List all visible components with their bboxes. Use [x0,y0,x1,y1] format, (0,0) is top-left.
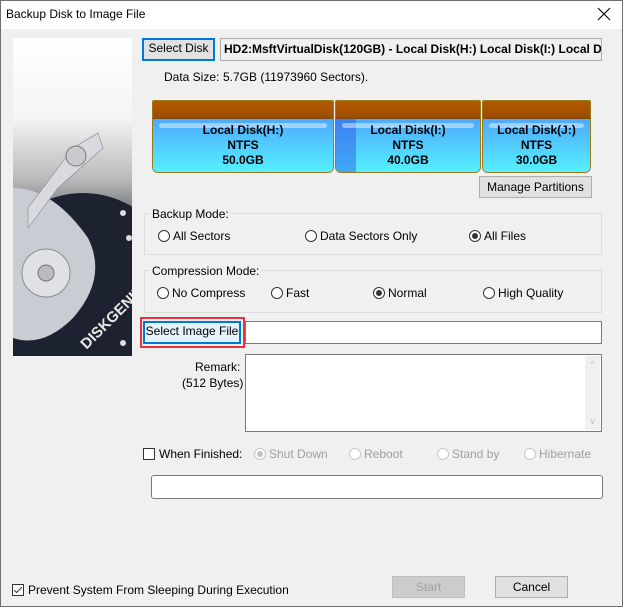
radio-indicator [271,287,283,299]
partition-info: Local Disk(J:) NTFS 30.0GB [483,123,590,168]
partition-fs: NTFS [520,138,553,152]
checkbox-indicator-checked [12,584,24,596]
cancel-button[interactable]: Cancel [495,576,568,598]
partition-header [483,101,590,119]
radio-fast[interactable]: Fast [271,286,309,300]
dialog-window: Backup Disk to Image File DISKGENIUS Sel… [0,0,623,607]
radio-indicator-selected [469,230,481,242]
backup-mode-label: Backup Mode: [150,207,231,221]
prevent-sleep-checkbox[interactable]: Prevent System From Sleeping During Exec… [12,583,289,597]
partition-size: 40.0GB [387,153,429,167]
checkbox-label: When Finished: [159,447,243,461]
radio-all-sectors[interactable]: All Sectors [158,229,230,243]
scroll-up-icon[interactable]: ^ [585,359,600,369]
partition-body: Local Disk(H:) NTFS 50.0GB [153,119,333,172]
remark-textarea[interactable]: ^ ∨ [245,354,602,432]
partition-j[interactable]: Local Disk(J:) NTFS 30.0GB [482,100,591,173]
radio-hibernate[interactable]: Hibernate [524,447,591,461]
diskgenius-logo: DISKGENIUS [13,38,132,356]
radio-normal[interactable]: Normal [373,286,427,300]
radio-label: No Compress [172,286,246,300]
data-size-value: 5.7GB (11973960 Sectors). [223,70,369,84]
radio-reboot[interactable]: Reboot [349,447,403,461]
radio-no-compress[interactable]: No Compress [157,286,245,300]
radio-label: Data Sectors Only [320,229,418,243]
radio-indicator [437,448,449,460]
radio-indicator [524,448,536,460]
radio-label: Reboot [364,447,403,461]
partition-size: 30.0GB [515,153,558,167]
partition-header [336,101,480,119]
image-file-path-input[interactable] [245,321,602,344]
radio-indicator-selected [254,448,266,460]
partition-info: Local Disk(I:) NTFS 40.0GB [336,123,480,168]
radio-indicator [158,230,170,242]
partition-header [153,101,333,119]
partition-h[interactable]: Local Disk(H:) NTFS 50.0GB [152,100,334,173]
close-icon[interactable] [594,4,614,24]
radio-label: Fast [286,286,310,300]
radio-label: Hibernate [539,447,592,461]
remark-label: Remark: [195,360,241,374]
partition-i[interactable]: Local Disk(I:) NTFS 40.0GB [335,100,481,173]
start-button[interactable]: Start [392,576,465,598]
partition-fs: NTFS [392,138,424,152]
radio-indicator [305,230,317,242]
radio-label: All Sectors [173,229,231,243]
scroll-down-icon[interactable]: ∨ [585,416,600,427]
radio-indicator-selected [373,287,385,299]
select-disk-button[interactable]: Select Disk [142,38,215,61]
radio-stand-by[interactable]: Stand by [437,447,499,461]
radio-indicator [157,287,169,299]
radio-label: All Files [484,229,527,243]
data-size-label: Data Size: [164,70,220,84]
title-bar: Backup Disk to Image File [1,1,622,29]
radio-indicator [483,287,495,299]
radio-data-sectors-only[interactable]: Data Sectors Only [305,229,417,243]
partition-info: Local Disk(H:) NTFS 50.0GB [153,123,333,168]
radio-indicator [349,448,361,460]
radio-high-quality[interactable]: High Quality [483,286,563,300]
partition-name: Local Disk(H:) [202,123,284,137]
window-title: Backup Disk to Image File [6,7,146,21]
remark-size-label: (512 Bytes) [182,376,244,390]
radio-label: High Quality [498,286,564,300]
partition-size: 50.0GB [222,153,264,167]
partition-body: Local Disk(I:) NTFS 40.0GB [336,119,480,172]
selected-disk-field: HD2:MsftVirtualDisk(120GB) - Local Disk(… [220,38,602,61]
radio-all-files[interactable]: All Files [469,229,526,243]
manage-partitions-button[interactable]: Manage Partitions [479,176,592,198]
remark-scrollbar[interactable]: ^ ∨ [585,356,600,430]
progress-status-field [151,475,603,499]
when-finished-checkbox[interactable]: When Finished: [143,447,242,461]
radio-label: Shut Down [269,447,328,461]
checkbox-indicator [143,448,155,460]
partition-body: Local Disk(J:) NTFS 30.0GB [483,119,590,172]
radio-label: Normal [388,286,427,300]
checkbox-label: Prevent System From Sleeping During Exec… [28,583,289,597]
select-image-file-button[interactable]: Select Image File [143,321,241,344]
partition-fs: NTFS [227,138,259,152]
compression-mode-label: Compression Mode: [150,264,262,278]
radio-shut-down[interactable]: Shut Down [254,447,328,461]
radio-label: Stand by [452,447,500,461]
partition-name: Local Disk(I:) [370,123,446,137]
partition-name: Local Disk(J:) [497,123,576,137]
hard-disk-illustration: DISKGENIUS [13,132,132,356]
